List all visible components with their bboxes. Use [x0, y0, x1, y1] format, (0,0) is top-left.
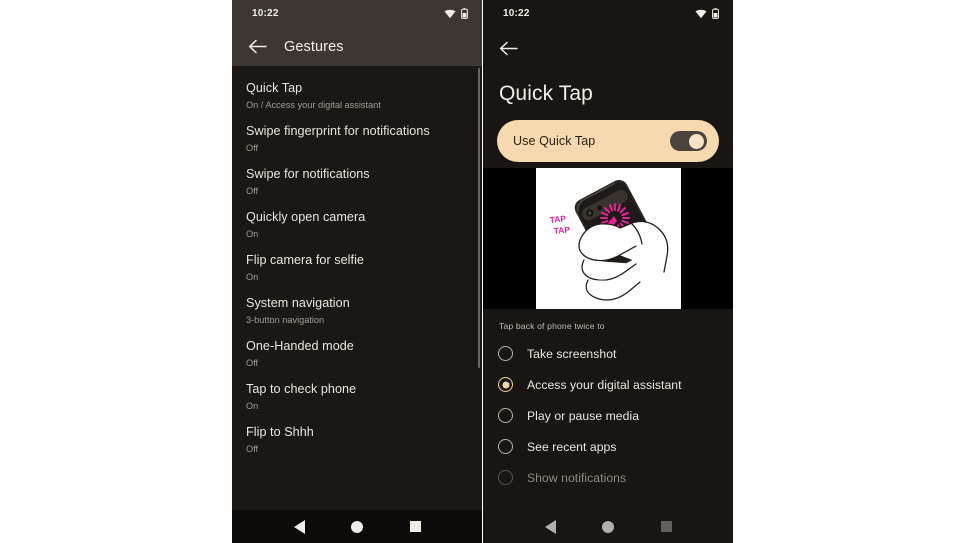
- gestures-settings-list[interactable]: Quick Tap On / Access your digital assis…: [232, 66, 482, 543]
- right-app-bar: [483, 27, 733, 70]
- radio-section-label: Tap back of phone twice to: [499, 321, 605, 331]
- quick-tap-action-radio-group[interactable]: Take screenshot Access your digital assi…: [483, 338, 733, 493]
- radio-icon-selected[interactable]: [498, 377, 513, 392]
- list-item-title: Quick Tap: [246, 81, 303, 95]
- quick-tap-page-title: Quick Tap: [499, 82, 593, 105]
- list-item-subtitle: On: [246, 272, 259, 282]
- quick-tap-illustration: TAP TAP: [535, 168, 681, 309]
- list-item-title: Swipe for notifications: [246, 167, 370, 181]
- radio-icon[interactable]: [498, 470, 513, 485]
- screenshot-canvas: 10:22 Gestures Quick Tap On / Access you…: [0, 0, 965, 543]
- battery-icon: [712, 8, 719, 19]
- hand-tapping-phone-illustration: TAP TAP: [535, 168, 681, 309]
- radio-option-show-notifications[interactable]: Show notifications: [483, 462, 733, 493]
- back-arrow-icon[interactable]: [246, 36, 268, 58]
- list-item-title: Flip to Shhh: [246, 425, 314, 439]
- list-item[interactable]: Flip camera for selfie On: [232, 247, 482, 290]
- status-bar-time: 10:22: [252, 8, 279, 19]
- radio-option-take-screenshot[interactable]: Take screenshot: [483, 338, 733, 369]
- right-navigation-bar: [483, 510, 733, 543]
- left-app-bar: Gestures: [232, 27, 482, 66]
- radio-icon[interactable]: [498, 408, 513, 423]
- right-status-bar: 10:22: [483, 0, 733, 27]
- radio-option-label: Show notifications: [527, 470, 627, 485]
- right-phone-screen: 10:22 Quick Tap Use Quick Tap TAP TAP Ta…: [483, 0, 733, 543]
- list-item[interactable]: Flip to Shhh Off: [232, 419, 482, 462]
- left-phone-screen: 10:22 Gestures Quick Tap On / Access you…: [232, 0, 482, 543]
- list-item-title: Tap to check phone: [246, 382, 357, 396]
- switch-thumb: [689, 133, 704, 149]
- nav-home-icon[interactable]: [344, 514, 370, 540]
- list-item-subtitle: Off: [246, 358, 259, 368]
- left-top-area: 10:22 Gestures: [232, 0, 482, 66]
- list-item[interactable]: Swipe fingerprint for notifications Off: [232, 118, 482, 161]
- list-item[interactable]: Swipe for notifications Off: [232, 161, 482, 204]
- list-item-subtitle: Off: [246, 444, 259, 454]
- use-quick-tap-label: Use Quick Tap: [513, 134, 596, 148]
- page-title: Gestures: [284, 38, 344, 55]
- tap-caption-line2: TAP: [553, 224, 571, 236]
- radio-icon[interactable]: [498, 346, 513, 361]
- wifi-icon: [444, 9, 456, 19]
- list-item-subtitle: On / Access your digital assistant: [246, 100, 381, 110]
- list-item-title: Quickly open camera: [246, 210, 366, 224]
- list-item-subtitle: On: [246, 229, 259, 239]
- list-item-title: Swipe fingerprint for notifications: [246, 124, 430, 138]
- nav-recents-icon[interactable]: [653, 514, 679, 540]
- list-item-title: Flip camera for selfie: [246, 253, 364, 267]
- radio-option-label: See recent apps: [527, 439, 617, 454]
- battery-icon: [461, 8, 468, 19]
- list-item[interactable]: System navigation 3-button navigation: [232, 290, 482, 333]
- list-item-subtitle: Off: [246, 143, 259, 153]
- list-item-subtitle: Off: [246, 186, 259, 196]
- radio-option-label: Take screenshot: [527, 346, 617, 361]
- list-item-subtitle: On: [246, 401, 259, 411]
- list-item[interactable]: Quick Tap On / Access your digital assis…: [232, 75, 482, 118]
- list-item[interactable]: Tap to check phone On: [232, 376, 482, 419]
- nav-back-icon[interactable]: [286, 514, 312, 540]
- scrollbar[interactable]: [477, 66, 480, 543]
- list-item[interactable]: One-Handed mode Off: [232, 333, 482, 376]
- list-item-title: System navigation: [246, 296, 350, 310]
- radio-option-see-recent-apps[interactable]: See recent apps: [483, 431, 733, 462]
- nav-back-icon[interactable]: [537, 514, 563, 540]
- radio-icon[interactable]: [498, 439, 513, 454]
- use-quick-tap-switch[interactable]: [670, 131, 707, 151]
- nav-recents-icon[interactable]: [402, 514, 428, 540]
- radio-option-label: Play or pause media: [527, 408, 640, 423]
- wifi-icon: [695, 9, 707, 19]
- use-quick-tap-toggle-card[interactable]: Use Quick Tap: [497, 120, 719, 162]
- radio-option-digital-assistant[interactable]: Access your digital assistant: [483, 369, 733, 400]
- nav-home-icon[interactable]: [595, 514, 621, 540]
- list-item-subtitle: 3-button navigation: [246, 315, 325, 325]
- quick-tap-illustration-band: TAP TAP: [483, 168, 733, 309]
- list-item[interactable]: Quickly open camera On: [232, 204, 482, 247]
- scrollbar-thumb[interactable]: [478, 68, 480, 368]
- left-navigation-bar: [232, 510, 482, 543]
- radio-option-label: Access your digital assistant: [527, 377, 682, 392]
- status-bar-time: 10:22: [503, 8, 530, 19]
- status-bar-icons: [695, 8, 719, 19]
- back-arrow-icon[interactable]: [497, 38, 519, 60]
- list-item-title: One-Handed mode: [246, 339, 354, 353]
- left-status-bar: 10:22: [232, 0, 482, 27]
- tap-caption-line1: TAP: [549, 213, 567, 225]
- status-bar-icons: [444, 8, 468, 19]
- radio-option-play-pause-media[interactable]: Play or pause media: [483, 400, 733, 431]
